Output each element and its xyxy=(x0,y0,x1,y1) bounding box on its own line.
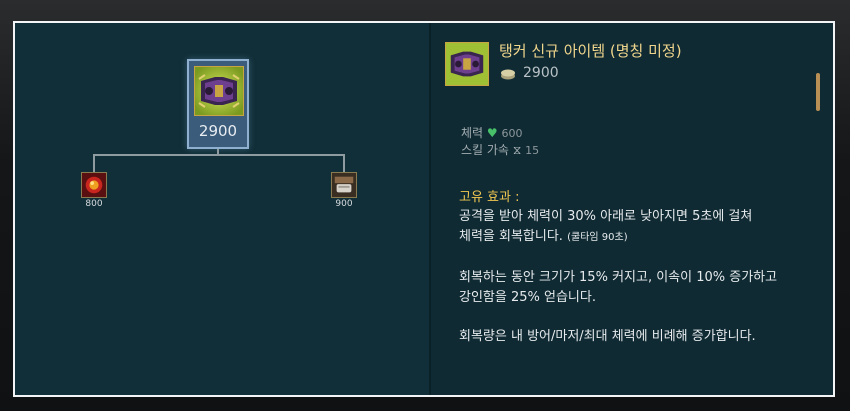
scrollbar-thumb[interactable] xyxy=(816,73,820,111)
item-price: 2900 xyxy=(523,65,559,81)
hourglass-icon: ⧖ xyxy=(512,143,522,157)
main-item-price: 2900 xyxy=(198,122,238,140)
armor-plate-icon[interactable] xyxy=(331,172,357,198)
passive-line-4: 강인함을 25% 얻습니다. xyxy=(459,290,596,305)
item-recipe-tree: 2900 800 900 xyxy=(15,23,429,395)
main-item-slot[interactable]: 2900 xyxy=(187,59,249,149)
tree-connector-right xyxy=(343,154,345,172)
gold-coin-icon xyxy=(501,69,515,80)
passive-line-3: 회복하는 동안 크기가 15% 커지고, 이속이 10% 증가하고 xyxy=(459,270,778,285)
passive-line-5: 회복량은 내 방어/마저/최대 체력에 비례해 증가합니다. xyxy=(459,329,756,344)
stat-ability-haste: 스킬 가속 ⧖ 15 xyxy=(461,141,539,158)
passive-line-1: 공격을 받아 체력이 30% 아래로 낮아지면 5초에 걸쳐 xyxy=(459,209,753,224)
item-details: 탱커 신규 아이템 (명칭 미정) 2900 체력 ♥ 600 스킬 가속 ⧖ … xyxy=(431,23,833,395)
tree-connector-left xyxy=(93,154,95,172)
stat-label: 스킬 가속 xyxy=(461,143,509,157)
stat-value: 15 xyxy=(525,144,540,157)
item-tooltip-panel: 2900 800 900 탱커 신규 아이템 (명칭 미정) 2900 체력 ♥… xyxy=(13,21,835,397)
tree-connector-horizontal xyxy=(93,154,345,156)
stat-health: 체력 ♥ 600 xyxy=(461,124,523,141)
item-name: 탱커 신규 아이템 (명칭 미정) xyxy=(499,42,682,60)
red-potion-orb-icon[interactable] xyxy=(81,172,107,198)
armored-bracer-icon xyxy=(194,66,244,116)
component-price-1: 800 xyxy=(85,199,103,209)
stat-value: 600 xyxy=(501,127,523,140)
cooldown-note: (쿨타임 90초) xyxy=(567,232,628,243)
stat-label: 체력 xyxy=(461,126,484,140)
heart-icon: ♥ xyxy=(486,126,498,140)
passive-title: 고유 효과 : xyxy=(459,190,520,205)
component-price-2: 900 xyxy=(335,199,353,209)
passive-line-2-main: 체력을 회복합니다. xyxy=(459,229,563,244)
passive-line-2: 체력을 회복합니다. (쿨타임 90초) xyxy=(459,227,628,248)
armored-bracer-icon xyxy=(445,42,489,86)
